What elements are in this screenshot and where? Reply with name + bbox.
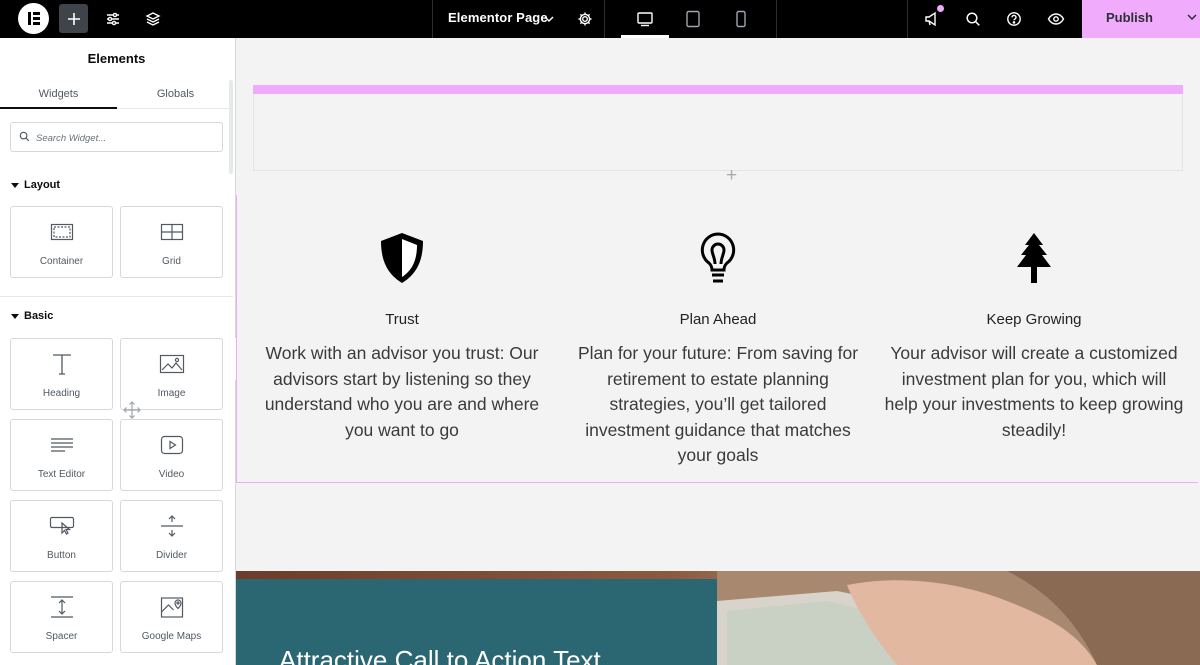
widget-label: Button [47, 550, 76, 561]
panel-title: Elements [87, 51, 146, 66]
elements-panel: Elements Widgets Globals Layout Containe… [0, 38, 236, 665]
widget-heading[interactable]: Heading [10, 338, 113, 410]
divider-icon [121, 513, 222, 539]
widget-google-maps[interactable]: Google Maps [120, 581, 223, 653]
widget-video[interactable]: Video [120, 419, 223, 491]
search-icon [19, 131, 30, 142]
megaphone-icon [925, 11, 936, 27]
cta-title: Attractive Call to Action Text [279, 645, 601, 665]
search-icon [966, 12, 980, 26]
publish-button[interactable]: Publish [1082, 0, 1200, 38]
widget-search [10, 122, 223, 152]
divider [432, 0, 433, 38]
eye-icon [1047, 13, 1065, 25]
spacer-icon [11, 594, 112, 620]
preview-button[interactable] [1043, 6, 1069, 32]
chevron-down-icon[interactable] [1186, 11, 1198, 23]
tree-icon [884, 231, 1184, 285]
feature-title: Trust [385, 311, 419, 328]
button-icon [11, 513, 112, 539]
mobile-view-button[interactable] [728, 6, 754, 32]
divider [604, 0, 605, 38]
heading-icon [11, 351, 112, 377]
tablet-icon [686, 10, 700, 28]
mobile-icon [736, 10, 746, 28]
widget-label: Image [157, 388, 186, 399]
video-icon [121, 432, 222, 458]
feature-title: Plan Ahead [679, 311, 757, 328]
grid-icon [121, 219, 222, 245]
widget-label: Divider [155, 550, 188, 561]
call-to-action-section[interactable]: Attractive Call to Action Text [236, 571, 1200, 665]
add-element-button[interactable] [59, 4, 88, 33]
widget-text-editor[interactable]: Text Editor [10, 419, 113, 491]
caret-down-icon [11, 314, 19, 319]
structure-button[interactable] [140, 6, 166, 32]
divider [907, 0, 908, 38]
category-separator [0, 296, 233, 297]
tab-widgets[interactable]: Widgets [0, 88, 117, 100]
layers-icon [145, 12, 161, 26]
page-name[interactable]: Elementor Page [448, 10, 548, 25]
category-label: Basic [24, 310, 54, 322]
page-settings-button[interactable] [572, 6, 598, 32]
sliders-icon [107, 12, 119, 26]
panel-scrollbar[interactable] [229, 80, 233, 174]
widget-button[interactable]: Button [10, 500, 113, 572]
editor-canvas: + Trust Work with an advisor you trust: … [236, 38, 1200, 665]
add-widget-plus-icon[interactable]: + [726, 166, 737, 185]
widget-label: Google Maps [141, 631, 202, 642]
category-layout[interactable]: Layout [11, 179, 60, 191]
feature-title: Keep Growing [986, 311, 1082, 328]
widget-container[interactable]: Container [10, 206, 113, 278]
widget-label: Video [158, 469, 185, 480]
container-icon [11, 219, 112, 245]
shield-icon [252, 231, 552, 285]
category-label: Layout [24, 179, 61, 191]
cta-panel: Attractive Call to Action Text [236, 579, 717, 665]
features-section[interactable]: Trust Work with an advisor you trust: Ou… [236, 195, 1198, 483]
gear-icon [578, 12, 592, 26]
map-icon [121, 594, 222, 620]
site-settings-button[interactable] [100, 6, 126, 32]
widget-divider[interactable]: Divider [120, 500, 223, 572]
section-highlight-bar [253, 85, 1183, 94]
panel-tabs: Widgets Globals [0, 80, 233, 109]
search-button[interactable] [960, 6, 986, 32]
help-button[interactable] [1001, 6, 1027, 32]
widget-spacer[interactable]: Spacer [10, 581, 113, 653]
tablet-view-button[interactable] [680, 6, 706, 32]
category-basic[interactable]: Basic [11, 310, 53, 322]
caret-down-icon [11, 183, 19, 188]
elementor-logo-icon[interactable] [18, 3, 49, 34]
tab-globals[interactable]: Globals [117, 88, 234, 100]
notification-dot [937, 5, 944, 12]
widget-label: Container [39, 256, 84, 267]
money-hand-photo [717, 571, 1200, 665]
image-icon [121, 351, 222, 377]
widget-label: Spacer [45, 631, 78, 642]
widget-label: Grid [162, 256, 181, 267]
feature-text: Work with an advisor you trust: Our advi… [264, 343, 540, 440]
feature-text: Your advisor will create a customized in… [884, 343, 1184, 440]
chevron-down-icon [544, 16, 554, 23]
feature-text: Plan for your future: From saving for re… [577, 343, 859, 465]
move-cursor-icon [122, 400, 142, 425]
divider [776, 0, 777, 38]
help-icon [1007, 12, 1021, 26]
empty-section[interactable]: + [253, 85, 1183, 185]
desktop-view-button[interactable] [632, 6, 658, 32]
lightbulb-icon [568, 231, 868, 285]
plus-icon [67, 12, 80, 25]
publish-label: Publish [1106, 10, 1153, 25]
text-editor-icon [11, 432, 112, 458]
page-menu-button[interactable] [536, 6, 562, 32]
active-tab-indicator [0, 107, 117, 109]
widget-grid[interactable]: Grid [120, 206, 223, 278]
widget-label: Heading [42, 388, 81, 399]
desktop-icon [637, 12, 653, 27]
search-input[interactable] [36, 129, 216, 147]
widget-label: Text Editor [37, 469, 86, 480]
top-bar: Elementor Page Publish [0, 0, 1200, 38]
